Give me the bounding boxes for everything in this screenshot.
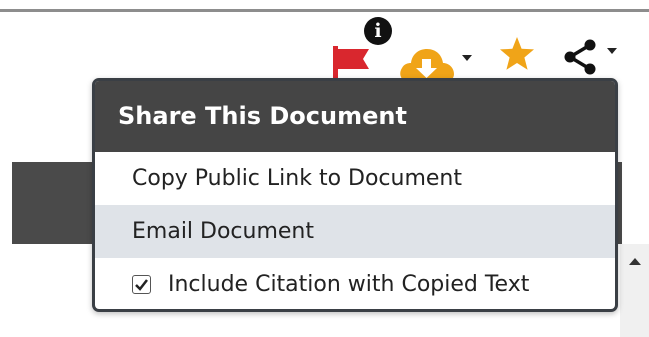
email-document-item[interactable]: Email Document xyxy=(95,205,615,258)
include-citation-checkbox[interactable] xyxy=(132,275,151,294)
include-citation-option[interactable]: Include Citation with Copied Text xyxy=(95,258,615,309)
share-dropdown-caret-icon[interactable] xyxy=(607,48,617,54)
star-icon[interactable] xyxy=(498,35,536,77)
share-menu-title: Share This Document xyxy=(95,81,615,152)
share-dropdown-menu: Share This Document Copy Public Link to … xyxy=(92,78,618,312)
share-icon[interactable] xyxy=(561,39,601,79)
copy-public-link-item[interactable]: Copy Public Link to Document xyxy=(95,152,615,205)
info-icon[interactable]: i xyxy=(364,17,392,45)
document-toolbar: i xyxy=(0,0,649,90)
download-dropdown-caret-icon[interactable] xyxy=(462,55,472,61)
checkmark-icon xyxy=(135,279,148,291)
scroll-up-arrow-icon[interactable] xyxy=(629,258,641,265)
include-citation-label: Include Citation with Copied Text xyxy=(168,272,530,297)
